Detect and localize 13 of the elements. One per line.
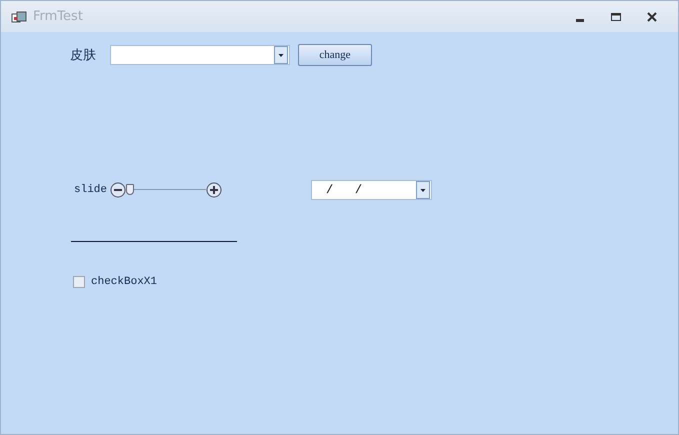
slider-thumb[interactable]	[126, 184, 134, 195]
slider-label: slide	[74, 184, 108, 196]
app-icon	[11, 10, 27, 22]
close-icon[interactable]	[646, 10, 658, 22]
change-button[interactable]: change	[298, 44, 372, 66]
date-field[interactable]: / /	[311, 180, 432, 200]
checkbox-label: checkBoxX1	[91, 276, 158, 288]
window-title: FrmTest	[33, 9, 83, 24]
skin-label: 皮肤	[70, 46, 97, 64]
checkbox[interactable]	[73, 276, 85, 288]
maximize-icon[interactable]	[610, 10, 622, 22]
minus-icon[interactable]	[110, 182, 126, 198]
plus-icon[interactable]	[206, 182, 222, 198]
